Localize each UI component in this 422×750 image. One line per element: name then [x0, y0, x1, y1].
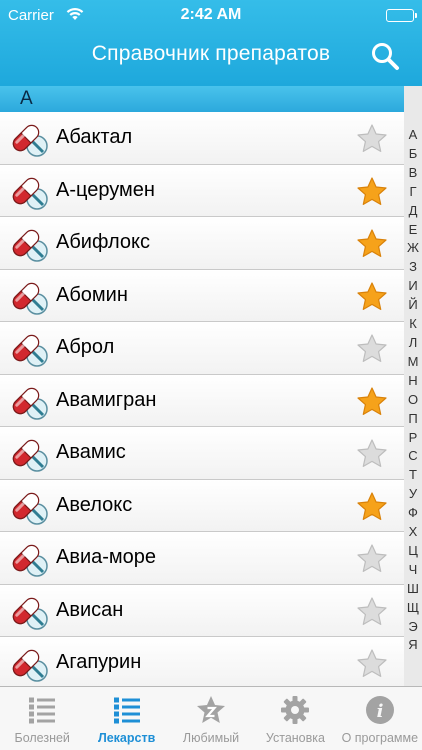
- index-letter[interactable]: Б: [409, 145, 418, 164]
- index-letter[interactable]: А: [409, 126, 418, 145]
- drug-name: Абифлокс: [56, 231, 150, 253]
- navigation-header: Carrier 2:42 AM Справочник препаратов: [0, 0, 422, 86]
- tab-4[interactable]: Установка: [253, 687, 337, 750]
- index-letter[interactable]: М: [408, 353, 419, 372]
- star-icon[interactable]: [356, 123, 388, 154]
- tab-label: Лекарств: [97, 731, 156, 745]
- favorite-star-icon[interactable]: [356, 491, 388, 522]
- pill-icon: [8, 435, 48, 473]
- pill-icon: [8, 278, 48, 316]
- drug-row[interactable]: Авамигран: [0, 374, 404, 427]
- favorite-star-icon[interactable]: [356, 386, 388, 417]
- index-letter[interactable]: П: [408, 410, 417, 429]
- drug-row[interactable]: Авелокс: [0, 479, 404, 532]
- drug-row[interactable]: Агапурин: [0, 637, 404, 686]
- index-letter[interactable]: З: [409, 258, 417, 277]
- gear-icon: [280, 695, 310, 725]
- index-letter[interactable]: У: [409, 485, 417, 504]
- drug-name: Абомин: [56, 283, 128, 306]
- drug-row[interactable]: А-церумен: [0, 164, 404, 217]
- list-icon: [27, 695, 57, 725]
- alphabet-index[interactable]: АБВГДЕЖЗИЙКЛМНОПРСТУФХЦЧШЩЭЯ: [404, 86, 422, 686]
- pill-icon: [8, 173, 48, 211]
- index-letter[interactable]: Э: [408, 618, 417, 637]
- tab-5[interactable]: i О программе: [338, 687, 422, 750]
- pill-icon: [8, 330, 48, 368]
- index-letter[interactable]: Ч: [409, 561, 418, 580]
- drug-row[interactable]: Абифлокс: [0, 217, 404, 270]
- tab-label: Установка: [265, 731, 325, 745]
- index-letter[interactable]: С: [408, 447, 417, 466]
- star-icon[interactable]: [356, 596, 388, 627]
- favorite-star-icon[interactable]: [356, 228, 388, 259]
- index-letter[interactable]: Я: [408, 636, 417, 655]
- status-bar: Carrier 2:42 AM: [0, 0, 422, 30]
- section-header: А: [0, 86, 422, 112]
- tab-label: Болезней: [14, 731, 70, 745]
- pill-icon: [8, 593, 48, 631]
- pill-icon: [8, 488, 48, 526]
- index-letter[interactable]: Й: [408, 296, 417, 315]
- drug-list: Абактал А-церумен Абифлокс Абомин Аброл Авами…: [0, 112, 404, 686]
- info-icon: i: [365, 695, 395, 725]
- index-letter[interactable]: В: [409, 164, 418, 183]
- tab-label: Любимый: [182, 731, 240, 745]
- index-letter[interactable]: О: [408, 391, 418, 410]
- tab-label: О программе: [341, 731, 419, 745]
- index-letter[interactable]: Ф: [408, 504, 418, 523]
- index-letter[interactable]: Д: [409, 202, 418, 221]
- drug-name: Авелокс: [56, 493, 133, 516]
- drug-row[interactable]: Аброл: [0, 322, 404, 375]
- star-icon[interactable]: [356, 543, 388, 574]
- pill-icon: [8, 120, 48, 158]
- battery-icon: [386, 9, 417, 22]
- star-icon[interactable]: [356, 333, 388, 364]
- star-icon[interactable]: [356, 648, 388, 679]
- drug-name: Аброл: [56, 336, 115, 358]
- favorite-star-icon[interactable]: [356, 281, 388, 312]
- list-icon: [112, 695, 142, 725]
- status-time: 2:42 AM: [180, 6, 242, 23]
- index-letter[interactable]: Н: [408, 372, 417, 391]
- favorite-star-icon[interactable]: [356, 176, 388, 207]
- index-letter[interactable]: Ж: [407, 239, 419, 258]
- index-letter[interactable]: Ц: [408, 542, 418, 561]
- pill-icon: [8, 645, 48, 683]
- index-letter[interactable]: К: [409, 315, 417, 334]
- index-letter[interactable]: Ш: [407, 580, 419, 599]
- drug-name: А-церумен: [56, 178, 155, 201]
- drug-row[interactable]: Авамис: [0, 427, 404, 480]
- drug-name: Авамис: [56, 441, 126, 463]
- index-letter[interactable]: Щ: [407, 599, 419, 618]
- drug-row[interactable]: Ависан: [0, 584, 404, 637]
- tab-bar: Болезней Лекарств Любимый Установка i О прогр…: [0, 686, 422, 750]
- drug-name: Агапурин: [56, 651, 142, 673]
- star-badge-icon: [196, 695, 226, 725]
- index-letter[interactable]: Л: [409, 334, 418, 353]
- index-letter[interactable]: И: [408, 277, 417, 296]
- page-title: Справочник препаратов: [91, 42, 331, 65]
- pill-icon: [8, 540, 48, 578]
- drug-name: Авамигран: [56, 388, 157, 411]
- drug-row[interactable]: Авиа-море: [0, 532, 404, 585]
- search-icon: [372, 43, 399, 70]
- drug-row[interactable]: Абомин: [0, 269, 404, 322]
- star-icon[interactable]: [356, 438, 388, 469]
- tab-1[interactable]: Болезней: [0, 687, 84, 750]
- index-letter[interactable]: Г: [409, 183, 416, 202]
- index-letter[interactable]: Т: [409, 466, 417, 485]
- index-letter[interactable]: Е: [409, 221, 418, 240]
- pill-icon: [8, 383, 48, 421]
- drug-name: Ависан: [56, 598, 124, 621]
- search-button[interactable]: [370, 41, 400, 71]
- tab-3[interactable]: Любимый: [169, 687, 253, 750]
- tab-2[interactable]: Лекарств: [84, 687, 168, 750]
- pill-icon: [8, 225, 48, 263]
- index-letter[interactable]: Р: [409, 429, 418, 448]
- drug-name: Авиа-море: [56, 546, 157, 568]
- drug-name: Абактал: [56, 126, 133, 148]
- index-letter[interactable]: Х: [409, 523, 418, 542]
- svg-text:i: i: [376, 701, 383, 722]
- drug-row[interactable]: Абактал: [0, 112, 404, 165]
